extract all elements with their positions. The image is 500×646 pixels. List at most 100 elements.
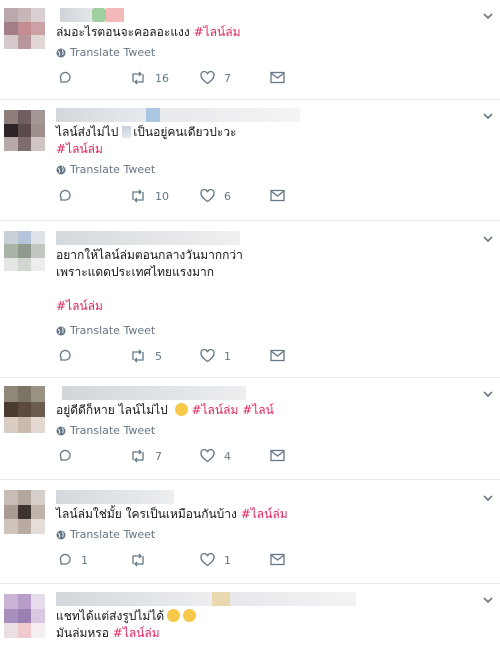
reply-icon	[59, 189, 71, 201]
hashtag-link[interactable]: #ไลน์ล่ม	[56, 298, 476, 315]
blurred-author-name	[160, 108, 300, 122]
tweet-menu-caret[interactable]	[480, 492, 496, 504]
translate-tweet-link[interactable]: Translate Tweet	[56, 163, 476, 176]
tweet-menu-caret[interactable]	[480, 594, 496, 606]
author-line[interactable]	[56, 490, 476, 504]
hashtag-link[interactable]: #ไลน์ล่ม	[191, 403, 238, 417]
like-button[interactable]: 1	[200, 553, 232, 567]
tweet-menu-caret[interactable]	[480, 233, 496, 245]
like-button[interactable]: 4	[200, 449, 232, 463]
direct-message-button[interactable]	[270, 349, 285, 362]
tweet-text: อยู่ดีดีก็หาย ไลน์ไม่ไป #ไลน์ล่ม #ไลน์	[56, 402, 476, 419]
tweet-actions: 5 1	[56, 349, 476, 369]
blurred-author-name	[56, 108, 146, 122]
like-count: 1	[224, 553, 231, 567]
tweet-actions: 1 1	[56, 553, 476, 573]
direct-message-button[interactable]	[270, 553, 285, 566]
hashtag-link[interactable]: #ไลน์ล่ม	[56, 141, 476, 158]
tweet-body: แชทได้แต่ส่งรูปไม่ได้	[56, 609, 165, 623]
like-count: 4	[224, 449, 231, 463]
heart-icon	[200, 553, 215, 567]
translate-label: Translate Tweet	[70, 528, 156, 541]
globe-icon	[56, 326, 66, 336]
reply-button[interactable]	[58, 71, 89, 85]
avatar[interactable]	[4, 490, 45, 534]
globe-icon	[56, 426, 66, 436]
like-count: 1	[224, 349, 231, 363]
hashtag-link[interactable]: #ไลน์ล่ม	[194, 25, 241, 39]
tweet-menu-caret[interactable]	[480, 110, 496, 122]
blurred-author-name	[106, 8, 124, 22]
envelope-icon	[270, 553, 285, 566]
author-line[interactable]	[56, 592, 476, 606]
tweet-body: เพราะแดดประเทศไทยแรงมาก	[56, 265, 215, 279]
tweet-feed: ล่มอะไรตอนจะคอลอะแงง #ไลน์ล่ม Translate …	[0, 0, 500, 646]
author-line[interactable]	[56, 108, 476, 122]
translate-label: Translate Tweet	[70, 424, 156, 437]
translate-label: Translate Tweet	[70, 46, 156, 59]
blurred-author-name	[56, 490, 174, 504]
author-line[interactable]	[56, 8, 476, 22]
heart-icon	[200, 71, 215, 85]
direct-message-button[interactable]	[270, 449, 285, 462]
tweet-menu-caret[interactable]	[480, 388, 496, 400]
reply-icon	[59, 71, 71, 83]
author-line[interactable]	[56, 231, 476, 245]
tweet[interactable]: แชทได้แต่ส่งรูปไม่ได้ มันล่มหรอ #ไลน์ล่ม	[0, 584, 500, 646]
tweet-body: เป็นอยู่คนเดียวปะวะ	[133, 125, 237, 139]
reply-button[interactable]	[58, 449, 89, 463]
direct-message-button[interactable]	[270, 189, 285, 202]
crying-laughing-emoji-icon	[167, 609, 181, 622]
chevron-down-icon	[483, 236, 493, 242]
tweet-text: ล่มอะไรตอนจะคอลอะแงง #ไลน์ล่ม	[56, 24, 476, 41]
reply-button[interactable]	[58, 189, 89, 203]
reply-icon	[59, 349, 71, 361]
translate-tweet-link[interactable]: Translate Tweet	[56, 528, 476, 541]
author-line[interactable]	[56, 386, 476, 400]
avatar[interactable]	[4, 594, 45, 638]
tweet[interactable]: อยู่ดีดีก็หาย ไลน์ไม่ไป #ไลน์ล่ม #ไลน์ T…	[0, 378, 500, 480]
tweet-body: ไลน์ล่มใช่มั้ย ใครเป็นเหมือนกันบ้าง	[56, 507, 237, 521]
retweet-button[interactable]: 16	[130, 71, 169, 85]
retweet-button[interactable]: 7	[130, 449, 163, 463]
censored-mention	[122, 126, 132, 138]
envelope-icon	[270, 71, 285, 84]
retweet-count: 10	[155, 189, 169, 203]
like-button[interactable]: 6	[200, 189, 232, 203]
avatar[interactable]	[4, 8, 45, 49]
envelope-icon	[270, 189, 285, 202]
like-button[interactable]: 7	[200, 71, 232, 85]
blurred-author-name	[230, 592, 356, 606]
tweet[interactable]: ไลน์ส่งไม่ไป เป็นอยู่คนเดียวปะวะ #ไลน์ล่…	[0, 100, 500, 221]
blurred-author-name	[62, 386, 246, 400]
like-button[interactable]: 1	[200, 349, 232, 363]
hashtag-link[interactable]: #ไลน์	[242, 403, 274, 417]
translate-tweet-link[interactable]: Translate Tweet	[56, 424, 476, 437]
reply-button[interactable]: 1	[58, 553, 89, 567]
tweet-actions: 16 7	[56, 71, 476, 91]
retweet-button[interactable]: 10	[130, 189, 169, 203]
avatar[interactable]	[4, 386, 45, 433]
reply-button[interactable]	[58, 349, 89, 363]
tweet-body: มันล่มหรอ	[56, 626, 109, 640]
retweet-button[interactable]	[130, 553, 163, 567]
tweet[interactable]: ล่มอะไรตอนจะคอลอะแงง #ไลน์ล่ม Translate …	[0, 0, 500, 100]
hashtag-link[interactable]: #ไลน์ล่ม	[113, 626, 160, 640]
avatar[interactable]	[4, 231, 45, 271]
direct-message-button[interactable]	[270, 71, 285, 84]
blurred-author-name	[92, 8, 106, 22]
tired-face-emoji-icon	[174, 403, 188, 416]
chevron-down-icon	[483, 113, 493, 119]
retweet-count: 16	[155, 71, 169, 85]
avatar[interactable]	[4, 110, 45, 151]
translate-tweet-link[interactable]: Translate Tweet	[56, 324, 476, 337]
tweet[interactable]: อยากให้ไลน์ล่มตอนกลางวันมากกว่า เพราะแดด…	[0, 221, 500, 378]
hashtag-link[interactable]: #ไลน์ล่ม	[241, 507, 288, 521]
tweet-menu-caret[interactable]	[480, 10, 496, 22]
tweet-actions: 7 4	[56, 449, 476, 469]
retweet-icon	[132, 71, 144, 85]
retweet-button[interactable]: 5	[130, 349, 163, 363]
translate-tweet-link[interactable]: Translate Tweet	[56, 46, 476, 59]
tweet[interactable]: ไลน์ล่มใช่มั้ย ใครเป็นเหมือนกันบ้าง #ไลน…	[0, 480, 500, 584]
retweet-count: 5	[155, 349, 162, 363]
